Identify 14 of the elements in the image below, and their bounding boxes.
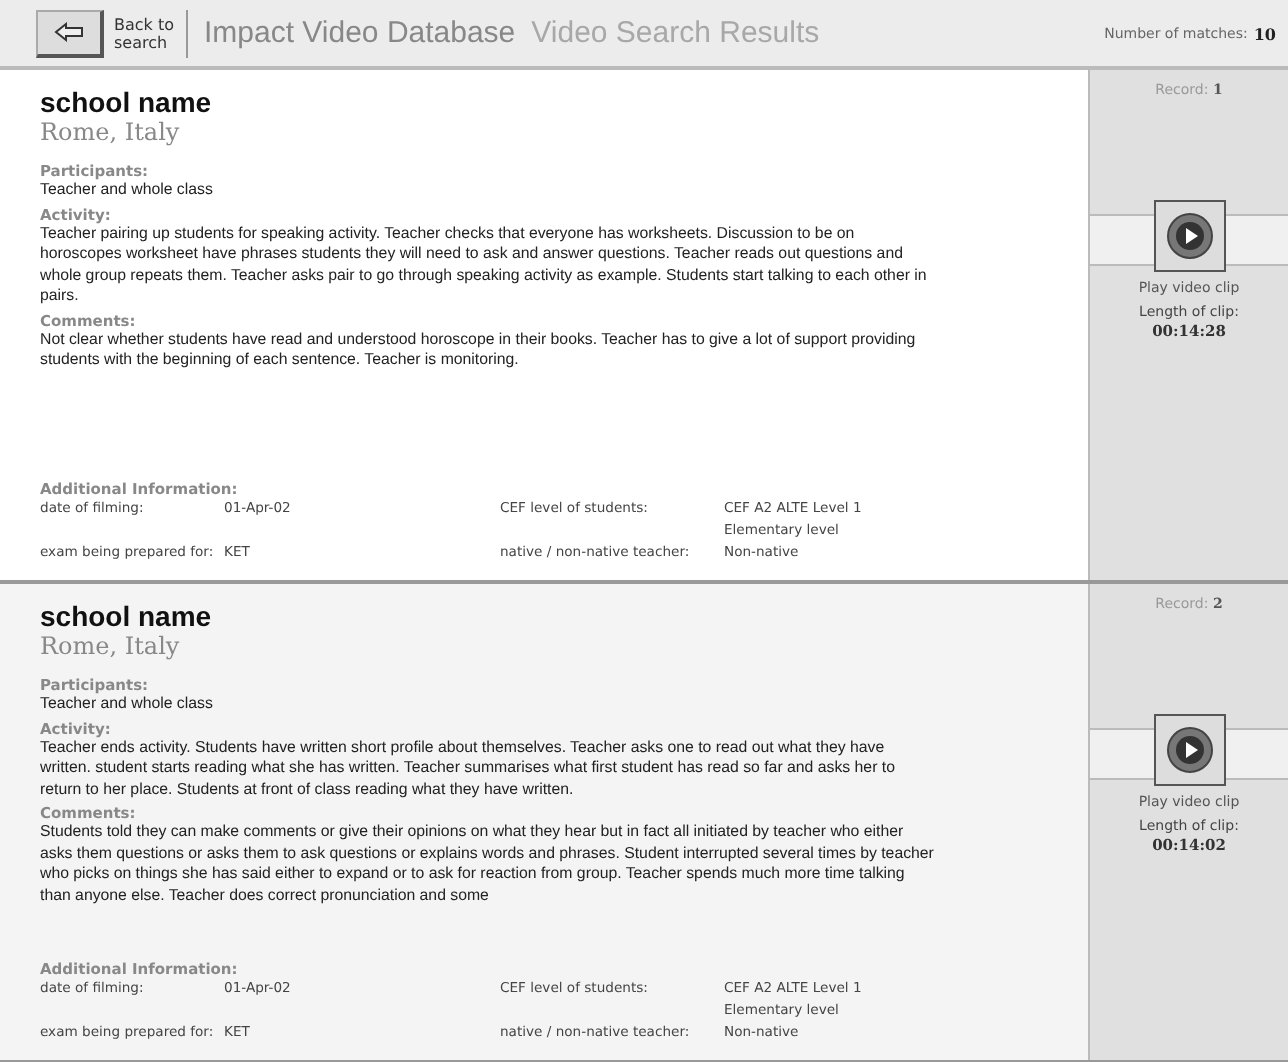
play-video-button[interactable] <box>1153 714 1225 786</box>
school-name: school name <box>40 86 214 118</box>
play-icon <box>1163 210 1215 262</box>
back-to-search-link[interactable]: Back to search <box>114 15 178 51</box>
app-title: Impact Video Database <box>204 16 516 50</box>
school-name: school name <box>40 600 214 632</box>
matches-count: 10 <box>1253 23 1276 43</box>
play-icon <box>1163 724 1215 776</box>
play-video-button[interactable] <box>1153 200 1225 272</box>
back-button[interactable] <box>36 9 104 57</box>
back-arrow-icon <box>53 22 85 42</box>
location: Rome, Italy <box>40 632 182 660</box>
page-title: Video Search Results <box>531 16 820 50</box>
location: Rome, Italy <box>40 118 182 146</box>
